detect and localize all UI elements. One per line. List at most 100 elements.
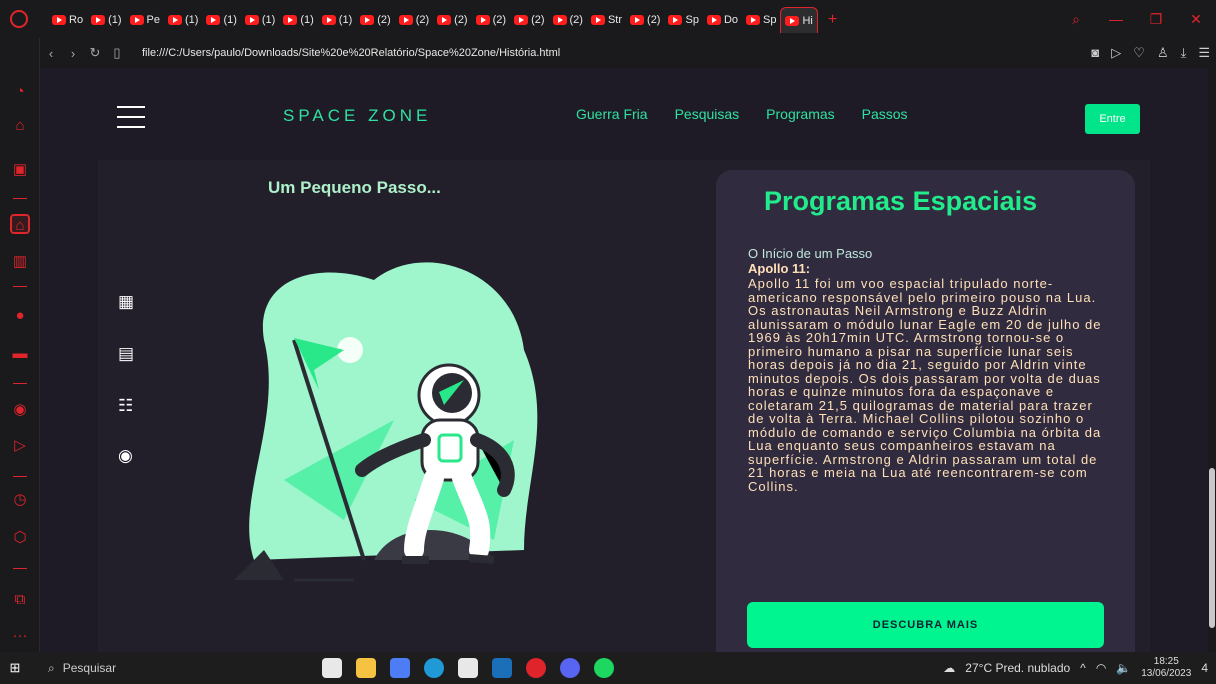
home-icon[interactable]: ⌂ (10, 214, 30, 234)
player-icon[interactable]: ◉ (10, 400, 30, 420)
browser-tab[interactable]: Sp (664, 7, 702, 33)
easy-setup-icon[interactable]: ☰ (1198, 45, 1210, 61)
reload-icon[interactable]: ↻ (84, 45, 106, 61)
tab-label: (2) (415, 14, 430, 26)
chat-icon[interactable]: ▬ (10, 344, 30, 364)
browser-sidebar: ◔ ⌂ ▣ ⌂ ▥ ● ▬ ◉ ▷ ◷ ⬡ ⧉ ··· (0, 38, 40, 652)
browser-tab[interactable]: (2) (395, 7, 433, 33)
astronaut-illustration (234, 262, 538, 582)
search-icon: ⌕ (48, 660, 55, 675)
speedometer-icon[interactable]: ◔ (10, 82, 30, 102)
edge-icon[interactable] (424, 658, 444, 678)
bag-icon[interactable]: ⌂ (10, 116, 30, 136)
system-tray: ☁ 27°C Pred. nublado ^ ◠ 🔈 18:25 13/06/2… (943, 656, 1208, 680)
browser-tab[interactable]: (2) (433, 7, 471, 33)
calendar-icon[interactable]: ▤ (118, 344, 134, 364)
browser-tab[interactable]: (1) (279, 7, 317, 33)
task-view-icon[interactable] (322, 658, 342, 678)
tab-favicon-icon (475, 15, 490, 25)
tab-label: (2) (569, 14, 583, 26)
url-field[interactable]: file:///C:/Users/paulo/Downloads/Site%20… (142, 47, 560, 59)
main-content: ▦ ▤ ☷ ◉ Um Pequeno Passo... Programas Es… (98, 160, 1150, 652)
network-icon[interactable]: ◠ (1096, 661, 1106, 675)
spotify-icon[interactable] (594, 658, 614, 678)
taskbar-search[interactable]: ⌕ Pesquisar (48, 657, 238, 679)
discord-icon[interactable] (560, 658, 580, 678)
store-icon[interactable] (390, 658, 410, 678)
steam-icon[interactable] (492, 658, 512, 678)
browser-tab[interactable]: (2) (356, 7, 394, 33)
tab-label: Ro (69, 14, 84, 26)
descubra-mais-button[interactable]: DESCUBRA MAIS (747, 602, 1104, 648)
search-tabs-icon[interactable]: ⌕ (1056, 11, 1096, 28)
tab-strip: Ro (1) Pe (1) (1) (1) (1) (1) (2) (2) (2) (2) (2) (2)… (48, 6, 837, 34)
tab-favicon-icon (283, 15, 298, 25)
minimize-button[interactable]: — (1096, 11, 1136, 27)
hamburger-menu-icon[interactable] (117, 106, 145, 136)
tray-chevron-icon[interactable]: ^ (1080, 661, 1086, 675)
nav-item-pesquisas[interactable]: Pesquisas (675, 106, 740, 122)
nav-item-guerra-fria[interactable]: Guerra Fria (576, 106, 648, 122)
browser-tab[interactable]: (1) (202, 7, 240, 33)
workspace-icon[interactable]: ▥ (10, 252, 30, 272)
tab-favicon-icon (91, 15, 106, 25)
tab-label: (1) (184, 14, 199, 26)
nav-item-programas[interactable]: Programas (766, 106, 834, 122)
close-window-button[interactable]: ✕ (1176, 11, 1216, 28)
card-subtitle: O Início de um Passo (748, 246, 873, 261)
site-logo[interactable]: SPACE ZONE (283, 106, 431, 126)
file-explorer-icon[interactable] (356, 658, 376, 678)
browser-tab[interactable]: Hi (780, 7, 818, 33)
back-icon[interactable]: ‹ (40, 46, 62, 61)
opera-taskbar-icon[interactable] (526, 658, 546, 678)
browser-tab[interactable]: (2) (472, 7, 510, 33)
history-icon[interactable]: ◷ (10, 490, 30, 510)
browser-tab[interactable]: (1) (241, 7, 279, 33)
more-icon[interactable]: ··· (10, 626, 30, 646)
tab-favicon-icon (785, 15, 800, 26)
nav-item-passos[interactable]: Passos (862, 106, 908, 122)
ai-icon[interactable]: ▣ (10, 160, 30, 180)
browser-tab[interactable]: Pe (126, 7, 164, 33)
volume-icon[interactable]: 🔈 (1116, 661, 1131, 675)
windows-start-icon[interactable]: ⊞ (0, 660, 30, 676)
extensions-icon[interactable]: ⧉ (10, 590, 30, 610)
grid-icon[interactable]: ▦ (118, 292, 134, 312)
restore-button[interactable]: ❐ (1136, 11, 1176, 28)
clock[interactable]: 18:25 13/06/2023 (1141, 656, 1191, 680)
page-scrollbar[interactable] (1208, 68, 1216, 652)
page-icon: ▯ (113, 45, 121, 60)
account-icon[interactable]: ♙ (1157, 45, 1169, 61)
browser-tab[interactable]: (1) (164, 7, 202, 33)
browser-tab[interactable]: Do (703, 7, 742, 33)
tab-favicon-icon (360, 15, 375, 25)
browser-tab[interactable]: (1) (87, 7, 125, 33)
notifications-icon[interactable]: 4 (1201, 661, 1208, 675)
snapshot-icon[interactable]: ◙ (1091, 45, 1099, 61)
opera-logo-icon[interactable] (10, 10, 28, 28)
flow-sidebar-icon[interactable]: ▷ (10, 436, 30, 456)
browser-tab[interactable]: (1) (318, 7, 356, 33)
messenger-icon[interactable]: ● (10, 306, 30, 326)
card-title: Programas Espaciais (764, 186, 1038, 216)
tab-favicon-icon (514, 15, 529, 25)
browser-tab[interactable]: Str (587, 7, 626, 33)
heart-icon[interactable]: ♡ (1133, 45, 1145, 61)
browser-tab[interactable]: Sp (742, 7, 780, 33)
contacts-icon[interactable]: ☷ (118, 396, 133, 416)
user-circle-icon[interactable]: ◉ (118, 446, 133, 466)
forward-icon[interactable]: › (62, 46, 84, 61)
login-button[interactable]: Entre (1085, 104, 1140, 134)
epic-games-icon[interactable] (458, 658, 478, 678)
weather-text[interactable]: 27°C Pred. nublado (965, 661, 1070, 675)
browser-tab[interactable]: (2) (510, 7, 548, 33)
tab-favicon-icon (630, 15, 645, 25)
browser-tab[interactable]: (2) (549, 7, 587, 33)
new-tab-button[interactable]: + (828, 11, 837, 29)
flow-icon[interactable]: ▷ (1111, 45, 1121, 61)
download-icon[interactable]: ⤓ (1181, 45, 1187, 61)
browser-tab[interactable]: (2) (626, 7, 664, 33)
scrollbar-thumb[interactable] (1209, 468, 1215, 628)
box-icon[interactable]: ⬡ (10, 528, 30, 548)
browser-tab[interactable]: Ro (48, 7, 87, 33)
